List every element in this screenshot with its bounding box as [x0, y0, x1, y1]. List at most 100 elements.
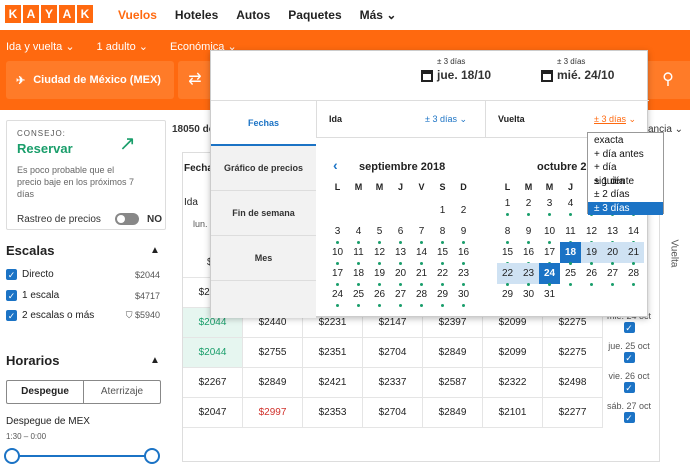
- calendar-day[interactable]: 2: [518, 193, 539, 216]
- calendar-day[interactable]: 29: [432, 284, 453, 307]
- checkbox-icon[interactable]: ✓: [623, 322, 635, 333]
- calendar-day[interactable]: 10: [327, 242, 348, 265]
- tab-fechas[interactable]: Fechas: [211, 101, 316, 146]
- return-date-cell[interactable]: sáb. 27 oct ✓: [601, 398, 657, 428]
- calendar-day[interactable]: 9: [518, 221, 539, 244]
- filter-2-escalas[interactable]: ✓ 2 escalas o más ⛉ $5940: [6, 310, 160, 321]
- calendar-day[interactable]: 15: [497, 242, 518, 265]
- calendar-day[interactable]: 19: [369, 263, 390, 286]
- checkbox-icon[interactable]: ✓: [6, 290, 17, 301]
- option-exacta[interactable]: exacta: [588, 134, 663, 148]
- price-cell[interactable]: $2849: [423, 398, 483, 428]
- calendar-day[interactable]: 8: [432, 221, 453, 244]
- calendar-day[interactable]: 4: [348, 221, 369, 244]
- calendar-day[interactable]: 30: [453, 284, 474, 307]
- calendar-day[interactable]: 27: [602, 263, 623, 286]
- calendar-day[interactable]: 14: [623, 221, 644, 244]
- calendar-day[interactable]: 25: [348, 284, 369, 307]
- time-slider[interactable]: [4, 448, 160, 464]
- option-dia-siguiente[interactable]: + día siguiente: [588, 161, 663, 187]
- trip-type-select[interactable]: Ida y vuelta ⌄: [6, 40, 75, 53]
- calendar-day[interactable]: 17: [539, 242, 560, 265]
- calendar-day[interactable]: 1: [432, 200, 453, 221]
- price-tracking-toggle[interactable]: [115, 213, 139, 225]
- price-cell[interactable]: $2267: [183, 368, 243, 398]
- price-cell[interactable]: $2337: [363, 368, 423, 398]
- calendar-day[interactable]: 8: [497, 221, 518, 244]
- price-cell[interactable]: $2849: [243, 368, 303, 398]
- calendar-day[interactable]: 22: [432, 263, 453, 286]
- calendar-day[interactable]: 9: [453, 221, 474, 244]
- nav-paquetes[interactable]: Paquetes: [288, 8, 341, 22]
- price-cell[interactable]: $2044: [183, 338, 243, 368]
- calendar-day[interactable]: 12: [581, 221, 602, 244]
- calendar-day[interactable]: 3: [327, 221, 348, 244]
- calendar-day[interactable]: 23: [453, 263, 474, 286]
- prev-month-arrow[interactable]: ‹: [333, 157, 338, 173]
- calendar-day[interactable]: 30: [518, 284, 539, 305]
- nav-autos[interactable]: Autos: [236, 8, 270, 22]
- calendar-day[interactable]: 18: [560, 242, 581, 265]
- calendar-day[interactable]: 13: [390, 242, 411, 265]
- price-cell[interactable]: $2704: [363, 398, 423, 428]
- price-cell[interactable]: $2322: [483, 368, 543, 398]
- calendar-day[interactable]: 19: [581, 242, 602, 265]
- price-cell[interactable]: $2047: [183, 398, 243, 428]
- nav-mas[interactable]: Más ⌄: [360, 8, 397, 22]
- calendar-day[interactable]: 7: [411, 221, 432, 244]
- calendar-day[interactable]: 21: [623, 242, 644, 265]
- calendar-day[interactable]: 16: [453, 242, 474, 265]
- search-button[interactable]: ⚲: [646, 61, 690, 99]
- slider-handle-end[interactable]: [144, 448, 160, 464]
- calendar-day[interactable]: 25: [560, 263, 581, 286]
- price-cell[interactable]: $2587: [423, 368, 483, 398]
- calendar-day[interactable]: 4: [560, 193, 581, 216]
- tab-fin-de-semana[interactable]: Fin de semana: [211, 191, 316, 236]
- calendar-day[interactable]: 26: [581, 263, 602, 286]
- checkbox-icon[interactable]: ✓: [6, 310, 17, 321]
- slider-handle-start[interactable]: [4, 448, 20, 464]
- calendar-day[interactable]: 12: [369, 242, 390, 265]
- price-cell[interactable]: $2498: [543, 368, 603, 398]
- calendar-day[interactable]: 31: [539, 284, 560, 305]
- flex-days-dropdown[interactable]: exacta + día antes + día siguiente ± 1 d…: [587, 132, 664, 215]
- calendar-day[interactable]: 22: [497, 263, 518, 286]
- calendar-day[interactable]: 24: [327, 284, 348, 307]
- price-cell[interactable]: $2755: [243, 338, 303, 368]
- passengers-select[interactable]: 1 adulto ⌄: [97, 40, 148, 53]
- swap-button[interactable]: ⇄: [178, 61, 212, 99]
- calendar-day[interactable]: 27: [390, 284, 411, 307]
- calendar-day[interactable]: 21: [411, 263, 432, 286]
- calendar-day[interactable]: 23: [518, 263, 539, 286]
- calendar-day[interactable]: 11: [560, 221, 581, 244]
- price-cell[interactable]: $2997: [243, 398, 303, 428]
- checkbox-icon[interactable]: ✓: [6, 269, 17, 280]
- calendar-day[interactable]: 6: [390, 221, 411, 244]
- calendar-day[interactable]: 2: [453, 200, 474, 221]
- option-3-dias[interactable]: ± 3 días: [588, 201, 663, 215]
- calendar-day[interactable]: 13: [602, 221, 623, 244]
- tab-mes[interactable]: Mes: [211, 236, 316, 281]
- nav-vuelos[interactable]: Vuelos: [118, 8, 157, 22]
- filter-1-escala[interactable]: ✓ 1 escala $4717: [6, 290, 160, 301]
- calendar-day[interactable]: 18: [348, 263, 369, 286]
- kayak-logo[interactable]: KAYAK: [5, 5, 93, 23]
- calendar-day[interactable]: 20: [390, 263, 411, 286]
- price-cell[interactable]: $2421: [303, 368, 363, 398]
- tab-despegue[interactable]: Despegue: [7, 381, 84, 403]
- price-cell[interactable]: $2099: [483, 338, 543, 368]
- checkbox-icon[interactable]: ✓: [623, 352, 635, 363]
- calendar-day[interactable]: 28: [623, 263, 644, 286]
- calendar-day[interactable]: 15: [432, 242, 453, 265]
- tab-aterrizaje[interactable]: Aterrizaje: [84, 381, 160, 403]
- calendar-day[interactable]: 10: [539, 221, 560, 244]
- calendar-day[interactable]: 1: [497, 193, 518, 216]
- return-date-cell[interactable]: vie. 26 oct ✓: [601, 368, 657, 398]
- calendar-day[interactable]: 29: [497, 284, 518, 305]
- chevron-up-icon[interactable]: ▲: [150, 245, 160, 256]
- origin-field[interactable]: ✈ Ciudad de México (MEX): [6, 61, 174, 99]
- calendar-day[interactable]: 16: [518, 242, 539, 265]
- price-cell[interactable]: $2101: [483, 398, 543, 428]
- ida-flex-select[interactable]: ± 3 días ⌄: [425, 101, 467, 137]
- checkbox-icon[interactable]: ✓: [623, 382, 635, 393]
